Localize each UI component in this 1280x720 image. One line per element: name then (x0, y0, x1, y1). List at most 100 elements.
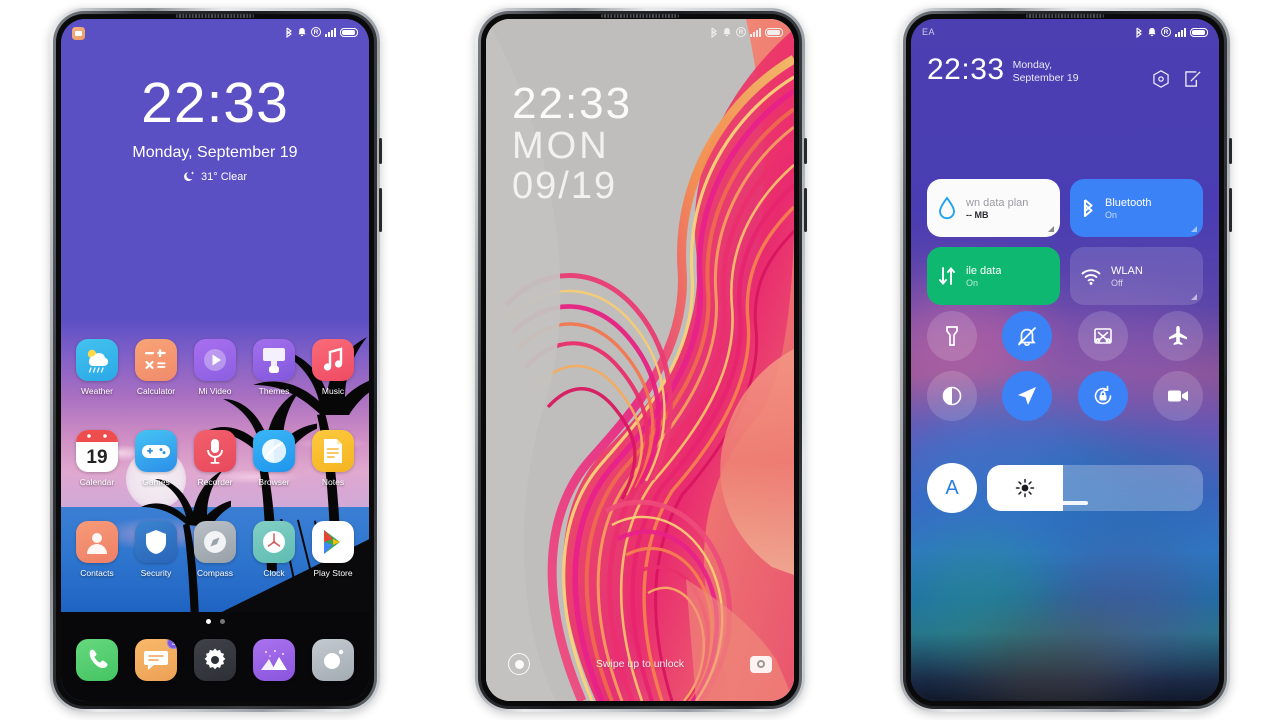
clock-widget: 22:33 Monday, September 19 31° Clear (61, 75, 369, 183)
volume-button[interactable] (1229, 188, 1232, 232)
header-date: Monday, September 19 (1012, 59, 1079, 85)
auto-brightness-label: A (945, 476, 959, 499)
clock-time: 22:33 (512, 79, 633, 128)
app-grid-row-3: Contacts Security Compass Clock Play Sto… (61, 521, 369, 578)
app-browser[interactable]: Browser (248, 430, 300, 487)
clock-time: 22:33 (141, 71, 289, 135)
gallery-icon (253, 639, 295, 681)
phone-3-screen[interactable]: EA R 22:33 Monday, September 19 wn data … (911, 19, 1219, 701)
app-games[interactable]: Games (130, 430, 182, 487)
clock-weekday: MON (512, 125, 610, 168)
vibrate-icon: R (736, 27, 746, 37)
edit-icon[interactable] (1183, 69, 1203, 89)
power-button[interactable] (804, 138, 807, 164)
app-calculator[interactable]: Calculator (130, 339, 182, 396)
power-button[interactable] (379, 138, 382, 164)
app-label: Clock (263, 568, 285, 578)
app-play-store[interactable]: Play Store (307, 521, 359, 578)
battery-icon (340, 27, 358, 37)
brightness-sun-icon (1015, 478, 1035, 498)
tile-subtitle: -- MB (966, 209, 989, 220)
app-clock[interactable]: Clock (248, 521, 300, 578)
tile-title: WLAN (1111, 264, 1143, 277)
phone-2-status-bar: R (486, 19, 794, 45)
app-label: Browser (258, 477, 290, 487)
screenshot-icon[interactable] (1077, 311, 1128, 361)
bluetooth-icon (1083, 199, 1093, 218)
tile-subtitle: Off (1111, 277, 1123, 288)
brightness-row: A (927, 463, 1203, 513)
airplane-icon[interactable] (1152, 311, 1203, 361)
page-dot-active[interactable] (205, 619, 211, 624)
dock-settings[interactable] (189, 639, 241, 681)
dark-mode-icon[interactable] (927, 371, 977, 421)
auto-brightness-button[interactable]: A (927, 463, 977, 513)
flashlight-icon[interactable] (927, 311, 977, 361)
vibrate-icon: R (311, 27, 321, 37)
fingerprint-icon[interactable] (508, 653, 530, 675)
dock-gallery[interactable] (248, 639, 300, 681)
quick-settings-tiles: wn data plan -- MB Bluetooth On ile data… (927, 179, 1203, 305)
message-notification-icon[interactable] (72, 27, 85, 40)
app-compass[interactable]: Compass (189, 521, 241, 578)
app-label: Games (142, 477, 170, 487)
app-label: Security (140, 568, 172, 578)
wifi-icon (1081, 269, 1101, 285)
page-dot[interactable] (219, 619, 225, 624)
page-indicator[interactable] (61, 619, 369, 624)
power-button[interactable] (1229, 138, 1232, 164)
app-notes[interactable]: Notes (307, 430, 359, 487)
rotation-lock-icon[interactable] (1077, 371, 1128, 421)
battery-icon (1190, 27, 1208, 37)
music-icon (312, 339, 354, 381)
lockscreen-clock: 22:33 MON 09/19 (512, 79, 633, 208)
alarm-icon (298, 27, 306, 37)
weather-widget[interactable]: 31° Clear (61, 170, 369, 183)
panel-drag-handle[interactable] (911, 501, 1219, 505)
phone-1-screen[interactable]: R 22:33 Monday, September 19 31° Clear W… (61, 19, 369, 701)
weather-text: 31° Clear (201, 170, 247, 183)
notes-icon (312, 430, 354, 472)
app-calendar[interactable]: 19 Calendar (71, 430, 123, 487)
app-label: Themes (258, 386, 290, 396)
app-security[interactable]: Security (130, 521, 182, 578)
location-icon[interactable] (1002, 371, 1053, 421)
header-time: 22:33 (927, 53, 1005, 86)
app-recorder[interactable]: Recorder (189, 430, 241, 487)
dock-phone[interactable] (71, 639, 123, 681)
dock-messages[interactable]: 3 (130, 639, 182, 681)
screen-record-icon[interactable] (1152, 371, 1203, 421)
tile-mobile-data[interactable]: ile data On (927, 247, 1060, 305)
app-mi-video[interactable]: Mi Video (189, 339, 241, 396)
camera-icon[interactable] (749, 655, 772, 673)
app-weather[interactable]: Weather (71, 339, 123, 396)
clock-date: 09/19 (512, 165, 618, 208)
app-label: Music (321, 386, 345, 396)
earpiece-speaker (601, 14, 679, 18)
tile-data-plan[interactable]: wn data plan -- MB (927, 179, 1060, 237)
toggle-row-2 (927, 371, 1203, 421)
app-music[interactable]: Music (307, 339, 359, 396)
dock-camera[interactable] (307, 639, 359, 681)
volume-button[interactable] (804, 188, 807, 232)
tile-bluetooth[interactable]: Bluetooth On (1070, 179, 1203, 237)
data-drop-icon (939, 196, 955, 220)
app-themes[interactable]: Themes (248, 339, 300, 396)
phone-1-status-bar: R (61, 19, 369, 45)
tile-title: ile data (966, 264, 1002, 277)
hexagon-settings-icon[interactable] (1151, 69, 1171, 89)
app-label: Calendar (79, 477, 115, 487)
games-icon (135, 430, 177, 472)
phone-2-lock-screen: R 22:33 MON 09/19 Swipe up to unlock (475, 8, 807, 712)
moon-icon (184, 171, 195, 181)
phone-3-control-center: EA R 22:33 Monday, September 19 wn data … (900, 8, 1232, 712)
silent-bell-icon[interactable] (1002, 311, 1053, 361)
app-grid-row-2: 19 Calendar Games Recorder Browser Notes (61, 430, 369, 487)
phone-2-screen[interactable]: R 22:33 MON 09/19 Swipe up to unlock (486, 19, 794, 701)
tile-wlan[interactable]: WLAN Off (1070, 247, 1203, 305)
volume-button[interactable] (379, 188, 382, 232)
app-contacts[interactable]: Contacts (71, 521, 123, 578)
tile-subtitle: On (1105, 209, 1118, 220)
signal-icon (325, 27, 336, 37)
mobile-data-icon (939, 267, 955, 285)
